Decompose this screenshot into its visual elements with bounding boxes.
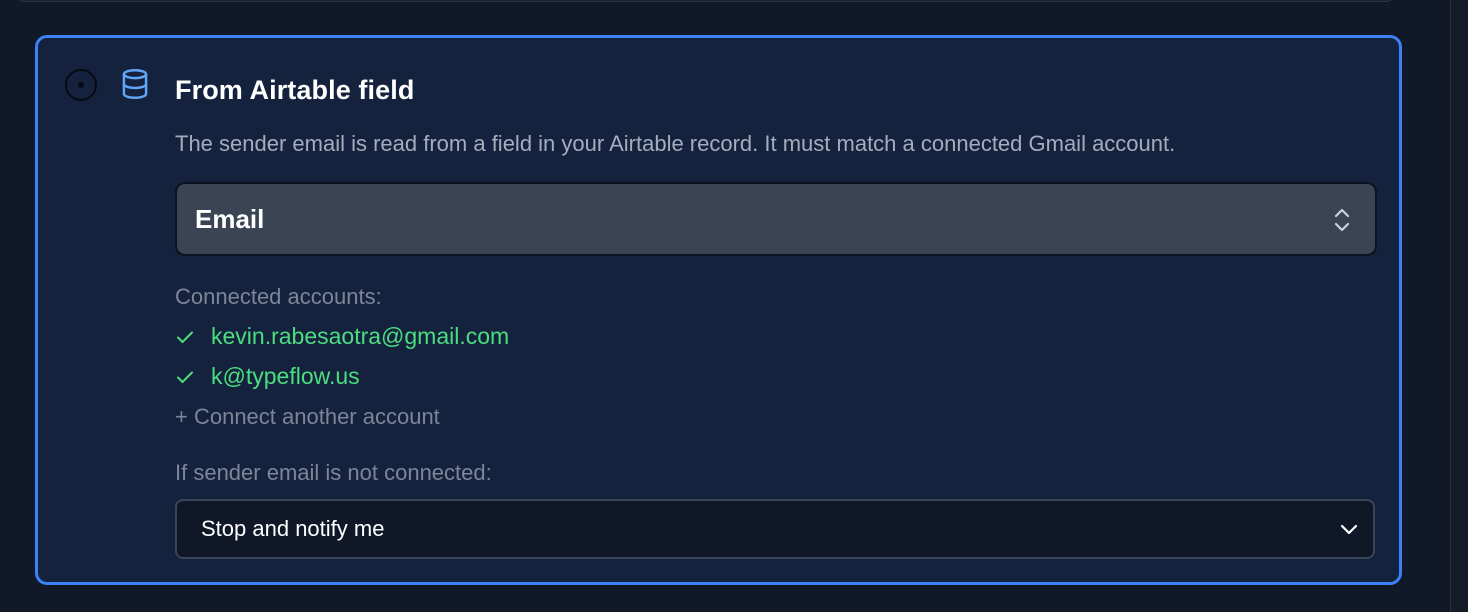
fallback-label: If sender email is not connected:: [175, 460, 492, 485]
chevron-up-down-icon: [1334, 208, 1350, 232]
radio-selected-dot: [78, 82, 84, 88]
fallback-select-value: Stop and notify me: [201, 516, 385, 541]
chevron-down-icon: [1340, 524, 1358, 535]
fallback-action-select[interactable]: Stop and notify me: [175, 499, 1375, 559]
account-email: k@typeflow.us: [211, 363, 360, 389]
connected-account-item: kevin.rabesaotra@gmail.com: [175, 323, 509, 350]
connected-account-item: k@typeflow.us: [175, 363, 360, 390]
connect-another-account-link[interactable]: + Connect another account: [175, 404, 440, 430]
check-icon: [177, 371, 193, 383]
option-description: The sender email is read from a field in…: [175, 131, 1176, 156]
option-radio[interactable]: [65, 69, 97, 101]
connected-accounts-label: Connected accounts:: [175, 284, 382, 309]
page: From Airtable field The sender email is …: [0, 0, 1468, 612]
previous-option-card[interactable]: [14, 0, 1396, 2]
database-icon: [122, 68, 148, 100]
scrollbar-track[interactable]: [1450, 0, 1468, 612]
option-title: From Airtable field: [175, 75, 415, 105]
account-email: kevin.rabesaotra@gmail.com: [211, 323, 510, 349]
field-select-value: Email: [195, 203, 265, 234]
airtable-field-select[interactable]: Email: [175, 182, 1377, 256]
check-icon: [177, 331, 193, 343]
airtable-field-option-card[interactable]: From Airtable field The sender email is …: [35, 35, 1402, 585]
